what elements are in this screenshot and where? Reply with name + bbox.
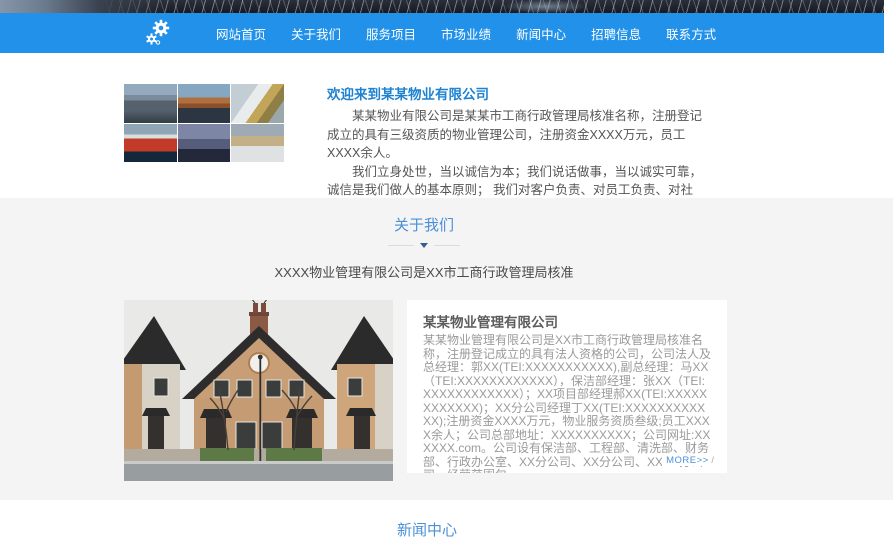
divider-line: [388, 245, 414, 246]
about-section-title[interactable]: 关于我们: [394, 214, 454, 235]
about-section-header: 关于我们 XXXX物业管理有限公司是XX市工商行政管理局核准: [0, 198, 848, 281]
section-divider: [0, 241, 848, 251]
news-section: 新闻中心: [0, 500, 893, 541]
welcome-title: 欢迎来到某某物业有限公司: [327, 83, 705, 103]
welcome-section: 欢迎来到某某物业有限公司 某某物业有限公司是某某市工商行政管理局核准名称，注册登…: [0, 53, 893, 198]
gears-logo-icon: [142, 18, 172, 48]
workers-pipe-photo: [231, 84, 284, 123]
nav-item-contact[interactable]: 联系方式: [666, 24, 716, 43]
nav-item-jobs[interactable]: 招聘信息: [591, 24, 641, 43]
about-box-text: 某某物业管理有限公司是XX市工商行政管理局核准名称，注册登记成立的具有法人资格的…: [423, 334, 711, 473]
nav-item-news[interactable]: 新闻中心: [516, 24, 566, 43]
harbor-dusk-photo: [178, 124, 231, 163]
more-wrap: MORE>> /: [662, 455, 714, 466]
more-suffix: /: [711, 455, 714, 466]
rooftop-pattern-photo: [0, 0, 884, 13]
about-info-box: 某某物业管理有限公司 某某物业管理有限公司是XX市工商行政管理局核准名称，注册登…: [407, 300, 727, 473]
welcome-text-block: 欢迎来到某某物业有限公司 某某物业有限公司是某某市工商行政管理局核准名称，注册登…: [327, 83, 705, 197]
residential-houses-photo: [124, 300, 393, 481]
nav-item-about[interactable]: 关于我们: [291, 24, 341, 43]
workers-panel-photo: [231, 124, 284, 163]
divider-line: [434, 245, 460, 246]
about-section: 关于我们 XXXX物业管理有限公司是XX市工商行政管理局核准: [0, 198, 893, 500]
welcome-paragraph-2: 我们立身处世，当以诚信为本；我们说话做事，当以诚实可靠，诚信是我们做人的基本原则…: [327, 163, 705, 198]
company-photo-collage: [124, 84, 284, 162]
nav-item-home[interactable]: 网站首页: [216, 24, 266, 43]
about-box-title: 某某物业管理有限公司: [423, 311, 711, 331]
welcome-paragraph-1: 某某物业有限公司是某某市工商行政管理局核准名称，注册登记成立的具有三级资质的物业…: [327, 107, 705, 163]
nav-menu: 网站首页 关于我们 服务项目 市场业绩 新闻中心 招聘信息 联系方式: [216, 13, 741, 53]
news-section-header: 新闻中心: [0, 500, 854, 540]
news-section-title[interactable]: 新闻中心: [397, 519, 457, 540]
main-navbar: 网站首页 关于我们 服务项目 市场业绩 新闻中心 招聘信息 联系方式: [0, 13, 884, 53]
nav-item-services[interactable]: 服务项目: [366, 24, 416, 43]
page: 网站首页关于我们服务项目市场业绩新闻中心招聘信息联系方式 欢迎来到某某物业有限公…: [0, 0, 893, 541]
nav-item-market[interactable]: 市场业绩: [441, 24, 491, 43]
port-cranes-photo: [178, 84, 231, 123]
city-skyline-photo: [124, 84, 177, 123]
red-ship-photo: [124, 124, 177, 163]
more-link[interactable]: MORE>>: [666, 455, 709, 466]
about-subtitle: XXXX物业管理有限公司是XX市工商行政管理局核准: [0, 262, 848, 281]
caret-down-icon: [420, 243, 428, 248]
